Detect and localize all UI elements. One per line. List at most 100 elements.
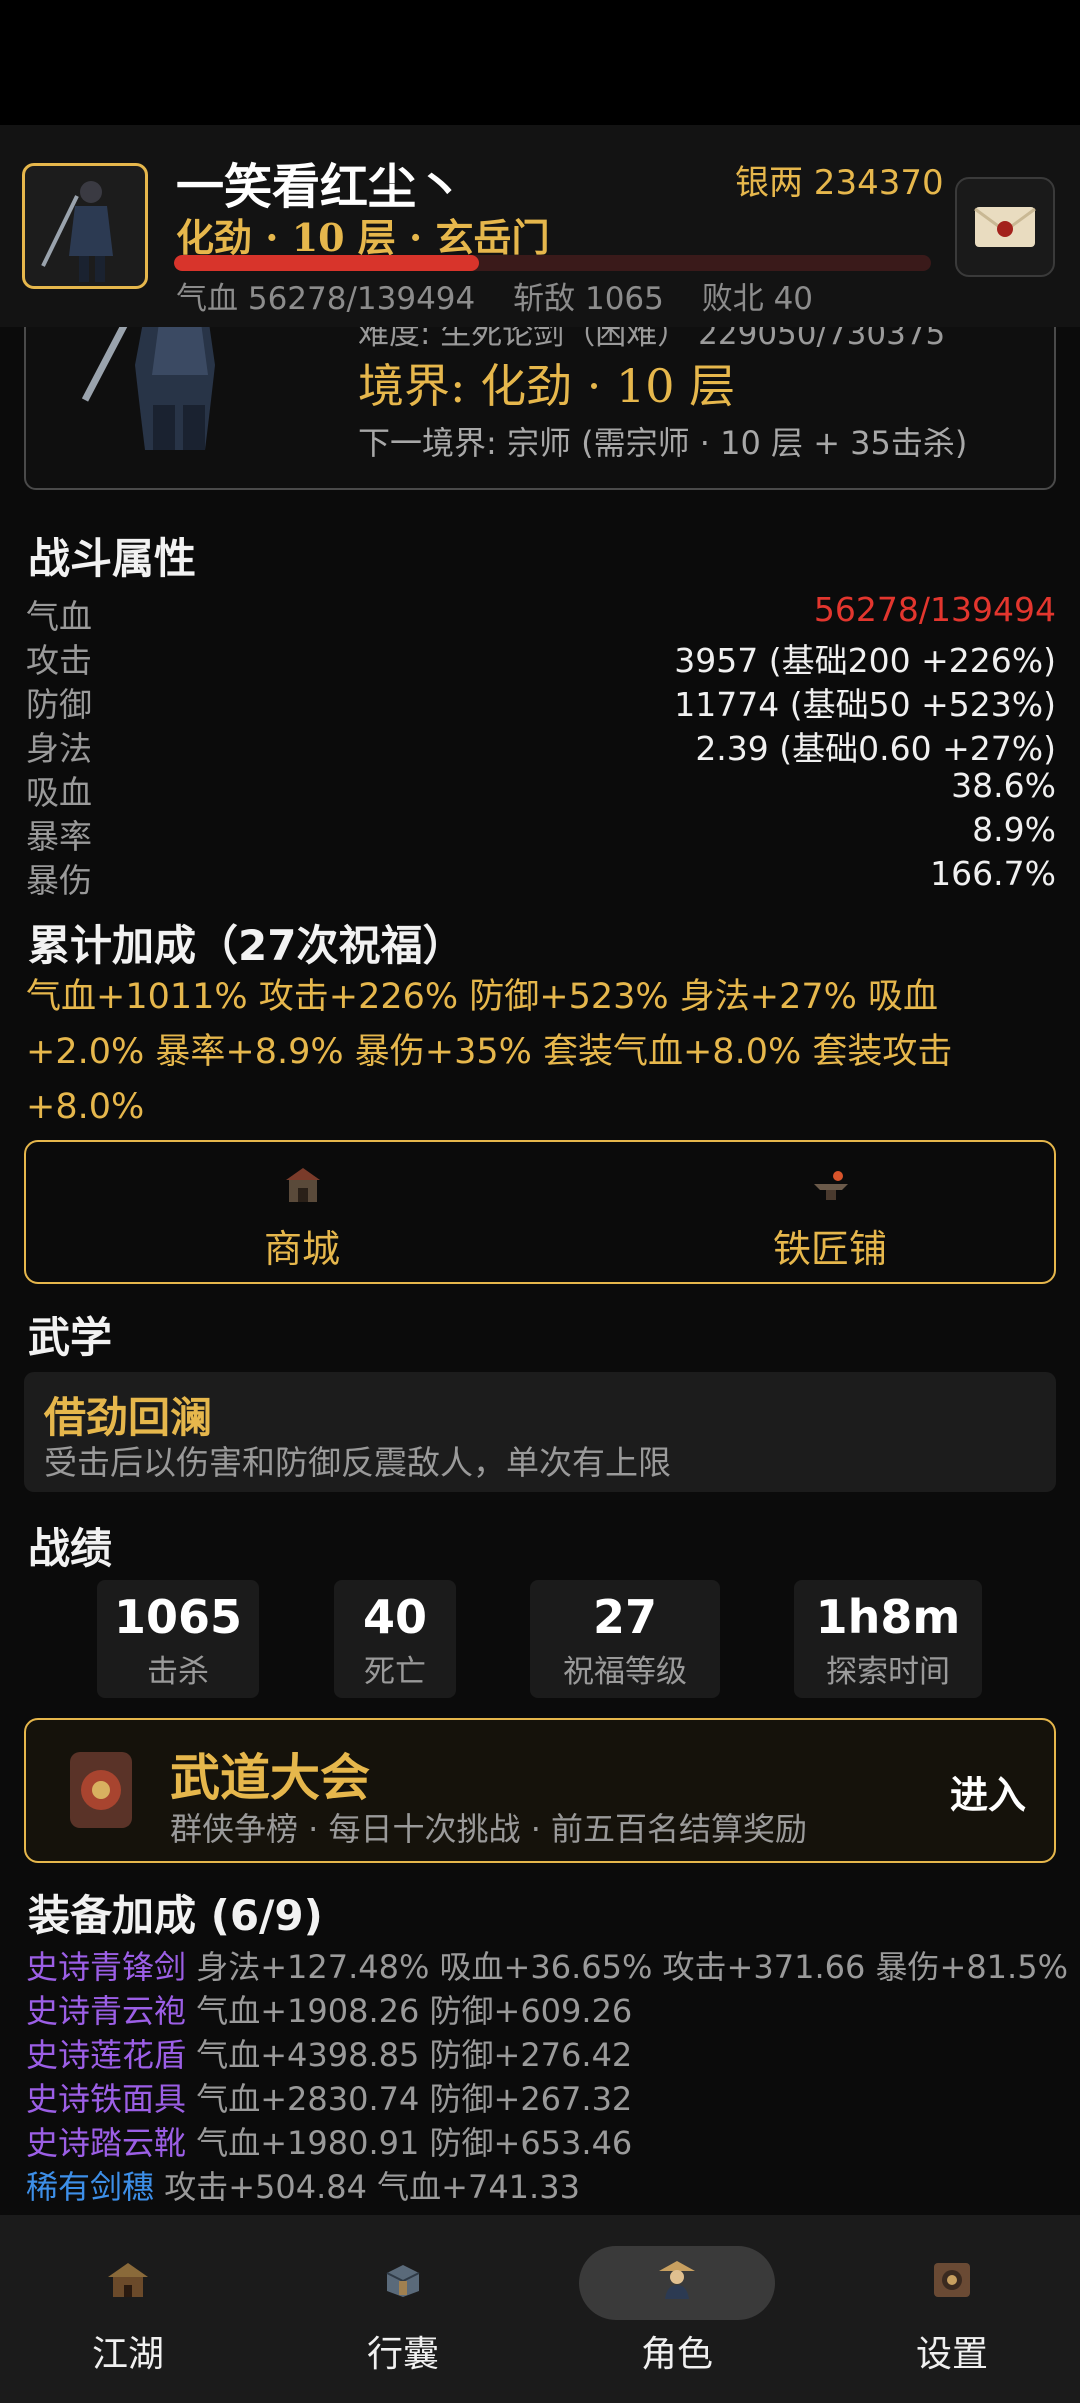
record-value: 40 [362,1590,427,1644]
record-kills: 1065 击杀 [97,1580,259,1698]
equipment-title: 装备加成 (6/9) [28,1891,323,1940]
character-icon [659,2261,695,2299]
equipment-row[interactable]: 史诗踏云靴 气血+1980.91 防御+653.46 [26,2118,633,2162]
equipment-bonus: 气血+1908.26 防御+609.26 [196,1992,633,2030]
tournament-icon [70,1752,132,1828]
records-title: 战绩 [28,1524,113,1573]
tournament-subtitle: 群侠争榜 · 每日十次挑战 · 前五百名结算奖励 [170,1810,808,1848]
stat-row-crit-rate: 暴率 8.9% [26,810,1056,856]
equipment-row[interactable]: 稀有剑穗 攻击+504.84 气血+741.33 [26,2162,580,2206]
nav-item-character[interactable]: 角色 [577,2215,777,2403]
nav-label: 行囊 [366,2334,439,2375]
record-label: 击杀 [147,1654,209,1690]
equipment-bonus: 身法+127.48% 吸血+36.65% 攻击+371.66 暴伤+81.5% [196,1948,1068,1986]
record-value: 27 [592,1590,657,1644]
stat-label: 暴伤 [26,861,92,900]
realm-title: 境界: 化劲 · 10 层 [358,359,736,413]
defeats-text: 败北 40 [701,281,814,317]
nav-label: 角色 [640,2334,713,2375]
equipment-name: 史诗莲花盾 [26,2036,187,2074]
record-value: 1065 [113,1590,243,1644]
record-explore-time: 1h8m 探索时间 [794,1580,982,1698]
stat-row-attack: 攻击 3957 (基础200 +226%) [26,634,1056,680]
record-label: 探索时间 [826,1654,950,1690]
stat-value: 166.7% [930,854,1056,893]
stat-row-lifesteal: 吸血 38.6% [26,766,1056,812]
stat-label: 防御 [26,685,92,724]
equipment-row[interactable]: 史诗青锋剑 身法+127.48% 吸血+36.65% 攻击+371.66 暴伤+… [26,1942,1068,1986]
bonus-title: 累计加成（27次祝福） [28,921,465,970]
nav-item-bag[interactable]: 行囊 [303,2215,503,2403]
shop-panel: 商城 铁匠铺 [24,1140,1056,1284]
equipment-name: 史诗踏云靴 [26,2124,187,2162]
combat-stats-title: 战斗属性 [28,534,197,583]
envelope-icon [974,207,1036,247]
hp-bar [174,255,931,271]
mall-label: 商城 [263,1227,340,1271]
mall-icon [286,1168,320,1202]
smithy-button[interactable]: 铁匠铺 [730,1142,930,1282]
bonus-summary: 气血+1011% 攻击+226% 防御+523% 身法+27% 吸血+2.0% … [26,977,953,1127]
equipment-name: 史诗铁面具 [26,2080,187,2118]
realm-sect-line: 化劲 · 10 层 · 玄岳门 [176,215,550,260]
silver-balance: 银两 234370 [735,163,944,203]
equipment-name: 史诗青云袍 [26,1992,187,2030]
anvil-icon [814,1171,848,1200]
avatar[interactable] [22,163,148,289]
jianghu-icon [108,2263,148,2297]
stat-value: 11774 (基础50 +523%) [674,685,1056,724]
stat-label: 身法 [26,729,92,768]
equipment-row[interactable]: 史诗莲花盾 气血+4398.85 防御+276.42 [26,2030,633,2074]
next-realm-text: 下一境界: 宗师 (需宗师 · 10 层 + 35击杀) [358,424,968,462]
equipment-bonus: 气血+2830.74 防御+267.32 [196,2080,633,2118]
stat-value: 8.9% [972,810,1056,849]
smithy-label: 铁匠铺 [772,1227,887,1271]
skill-description: 受击后以伤害和防御反震敌人，单次有上限 [44,1443,671,1482]
equipment-bonus: 气血+1980.91 防御+653.46 [196,2124,633,2162]
nav-label: 江湖 [91,2334,164,2375]
equipment-name: 史诗青锋剑 [26,1948,187,1986]
martial-title: 武学 [28,1313,113,1362]
stat-row-agility: 身法 2.39 (基础0.60 +27%) [26,722,1056,768]
stat-value: 3957 (基础200 +226%) [674,641,1056,680]
stat-value: 2.39 (基础0.60 +27%) [695,729,1056,768]
equipment-bonus: 攻击+504.84 气血+741.33 [164,2168,580,2206]
tournament-banner[interactable]: 武道大会 群侠争榜 · 每日十次挑战 · 前五百名结算奖励 进入 [24,1718,1056,1863]
stat-row-hp: 气血 56278/139494 [26,590,1056,636]
bottom-nav: 江湖 行囊 角色 设置 [0,2215,1080,2403]
stat-value: 56278/139494 [813,590,1056,629]
equipment-name: 稀有剑穗 [26,2168,155,2206]
record-value: 1h8m [815,1590,961,1644]
stat-label: 攻击 [26,641,92,680]
mall-button[interactable]: 商城 [202,1142,402,1282]
stat-row-defense: 防御 11774 (基础50 +523%) [26,678,1056,724]
nav-item-settings[interactable]: 设置 [852,2215,1052,2403]
header-stats: 气血 56278/139494 斩敌 1065 败北 40 [176,273,841,318]
record-blessing: 27 祝福等级 [530,1580,720,1698]
hp-text: 气血 56278/139494 [176,281,476,317]
settings-icon [934,2263,970,2297]
stat-label: 气血 [26,597,92,636]
equipment-row[interactable]: 史诗青云袍 气血+1908.26 防御+609.26 [26,1986,633,2030]
stat-value: 38.6% [951,766,1056,805]
tournament-title: 武道大会 [170,1748,370,1807]
mail-button[interactable] [955,177,1055,277]
record-label: 祝福等级 [563,1654,687,1690]
record-label: 死亡 [364,1654,426,1690]
skill-card[interactable]: 借劲回澜 受击后以伤害和防御反震敌人，单次有上限 [24,1372,1056,1492]
character-avatar-icon [41,181,113,282]
character-scroll-content[interactable]: 难度: 生死论剑（困难） 229050/730375 境界: 化劲 · 10 层… [0,0,1080,2215]
bag-icon [386,2265,420,2297]
record-deaths: 40 死亡 [334,1580,456,1698]
stat-row-crit-damage: 暴伤 166.7% [26,854,1056,900]
stat-label: 暴率 [26,817,92,856]
stat-label: 吸血 [26,773,92,812]
character-header: 一笑看红尘丶 银两 234370 化劲 · 10 层 · 玄岳门 气血 5627… [0,125,1080,327]
nav-label: 设置 [915,2334,988,2375]
hp-bar-fill [174,255,480,271]
equipment-row[interactable]: 史诗铁面具 气血+2830.74 防御+267.32 [26,2074,633,2118]
nav-item-jianghu[interactable]: 江湖 [28,2215,228,2403]
kills-text: 斩敌 1065 [513,281,664,317]
equipment-bonus: 气血+4398.85 防御+276.42 [196,2036,633,2074]
tournament-enter-button[interactable]: 进入 [950,1764,1026,1819]
